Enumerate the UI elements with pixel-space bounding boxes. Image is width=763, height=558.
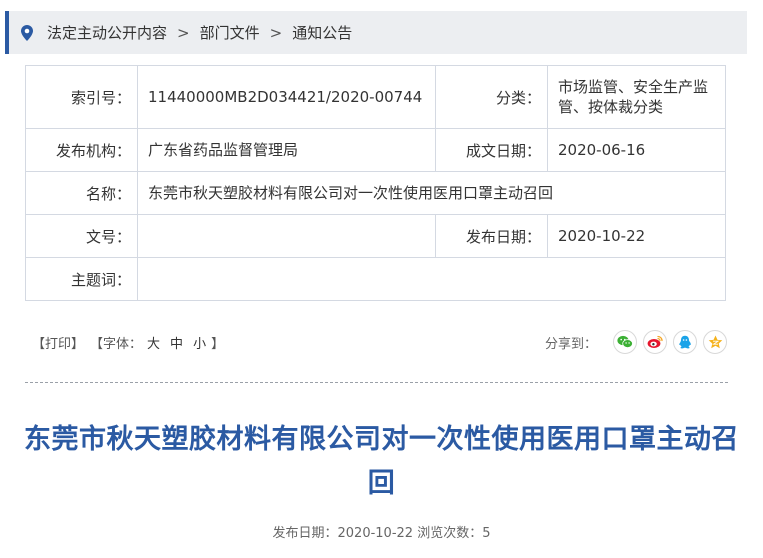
location-pin-icon (21, 24, 33, 41)
breadcrumb-item-public-content[interactable]: 法定主动公开内容 (47, 22, 167, 43)
wechat-icon[interactable] (613, 330, 637, 354)
section-divider (25, 382, 728, 383)
name-label: 名称： (25, 171, 138, 215)
table-row: 名称： 东莞市秋天塑胶材料有限公司对一次性使用医用口罩主动召回 (25, 171, 726, 215)
table-row: 发布机构： 广东省药品监督管理局 成文日期： 2020-06-16 (25, 128, 726, 172)
document-info-table: 索引号： 11440000MB2D034421/2020-00744 分类： 市… (25, 65, 726, 301)
doc-number-label: 文号： (25, 214, 138, 258)
font-size-suffix: 】 (211, 336, 225, 352)
breadcrumb: 法定主动公开内容 > 部门文件 > 通知公告 (5, 11, 747, 54)
print-button[interactable]: 【打印】 (32, 333, 84, 352)
breadcrumb-separator-icon: > (269, 23, 283, 42)
keywords-value (137, 257, 726, 301)
created-date-value: 2020-06-16 (547, 128, 726, 172)
font-size-medium-button[interactable]: 中 (170, 333, 183, 352)
breadcrumb-item-department-files[interactable]: 部门文件 (200, 22, 260, 43)
qzone-icon[interactable] (703, 330, 727, 354)
publish-date-value: 2020-10-22 (547, 214, 726, 258)
weibo-icon[interactable] (643, 330, 667, 354)
table-row: 索引号： 11440000MB2D034421/2020-00744 分类： 市… (25, 65, 726, 129)
article-toolbar: 【打印】 【字体： 大 中 小 】 分享到： (32, 328, 727, 356)
share-label: 分享到： (544, 336, 597, 352)
breadcrumb-separator-icon: > (177, 23, 190, 42)
index-label: 索引号： (25, 65, 138, 129)
category-label: 分类： (435, 65, 548, 129)
category-value: 市场监管、安全生产监管、按体裁分类 (547, 65, 726, 129)
name-value: 东莞市秋天塑胶材料有限公司对一次性使用医用口罩主动召回 (137, 171, 726, 215)
created-date-label: 成文日期： (435, 128, 548, 172)
index-value: 11440000MB2D034421/2020-00744 (137, 65, 436, 129)
doc-number-value (137, 214, 436, 258)
keywords-label: 主题词： (25, 257, 138, 301)
article-title: 东莞市秋天塑胶材料有限公司对一次性使用医用口罩主动召回 (24, 424, 739, 499)
publisher-label: 发布机构： (25, 128, 138, 172)
publish-date-label: 发布日期： (435, 214, 548, 258)
publisher-value: 广东省药品监督管理局 (137, 128, 436, 172)
table-row: 文号： 发布日期： 2020-10-22 (25, 214, 726, 258)
table-row: 主题词： (25, 257, 726, 301)
article-meta: 发布日期：2020-10-22 浏览次数：5 (272, 526, 491, 541)
share-bar: 分享到： (545, 330, 727, 354)
font-size-small-button[interactable]: 小 (193, 333, 206, 352)
font-size-prefix: 【字体： (90, 336, 143, 352)
font-size-large-button[interactable]: 大 (147, 333, 160, 352)
breadcrumb-item-notices[interactable]: 通知公告 (292, 22, 352, 43)
qq-icon[interactable] (673, 330, 697, 354)
